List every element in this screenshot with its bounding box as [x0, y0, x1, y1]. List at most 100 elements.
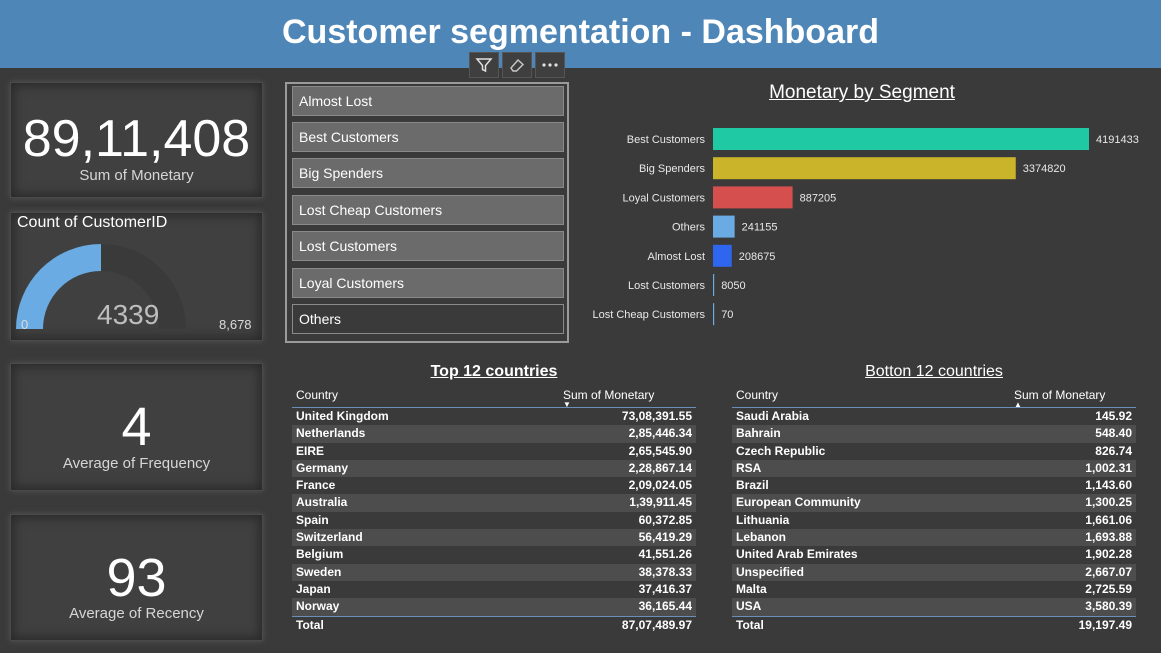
- table-total-row: Total 19,197.49: [732, 615, 1136, 634]
- bar[interactable]: [713, 303, 715, 326]
- data-label: 8050: [721, 280, 745, 292]
- column-header-monetary[interactable]: Sum of Monetary: [1014, 388, 1105, 402]
- slicer-item-lost-cheap-customers[interactable]: Lost Cheap Customers: [292, 195, 564, 225]
- gauge-fill: [16, 244, 101, 329]
- slicer-item-loyal-customers[interactable]: Loyal Customers: [292, 268, 564, 298]
- table-row[interactable]: Sweden 38,378.33: [292, 563, 696, 581]
- table-row[interactable]: Netherlands 2,85,446.34: [292, 425, 696, 443]
- cell-monetary: 38,378.33: [638, 564, 692, 579]
- table-row[interactable]: Brazil 1,143.60: [732, 477, 1136, 494]
- category-label: Almost Lost: [648, 251, 705, 263]
- cell-monetary: 2,28,867.14: [628, 460, 692, 475]
- cell-country: Czech Republic: [736, 443, 826, 458]
- bar[interactable]: [713, 157, 1016, 180]
- slicer-item-big-spenders[interactable]: Big Spenders: [292, 158, 564, 188]
- cell-monetary: 145.92: [1095, 409, 1132, 423]
- total-value: 19,197.49: [1078, 617, 1132, 632]
- cell-country: United Kingdom: [296, 409, 389, 423]
- table-row[interactable]: Belgium 41,551.26: [292, 546, 696, 563]
- kpi-card-recency: 93 Average of Recency: [10, 514, 263, 641]
- kpi-card-frequency: 4 Average of Frequency: [10, 363, 263, 491]
- cell-country: Malta: [736, 581, 767, 596]
- bar[interactable]: [713, 215, 735, 238]
- filter-icon: [475, 58, 493, 73]
- data-label: 70: [721, 309, 733, 321]
- cell-country: Bahrain: [736, 426, 781, 441]
- table-row[interactable]: United Kingdom 73,08,391.55: [292, 408, 696, 425]
- table-row[interactable]: Lebanon 1,693.88: [732, 529, 1136, 547]
- total-value: 87,07,489.97: [621, 617, 692, 632]
- slicer-item-others[interactable]: Others: [292, 304, 564, 334]
- cell-country: Saudi Arabia: [736, 409, 809, 423]
- table-row[interactable]: Bahrain 548.40: [732, 425, 1136, 443]
- gauge-value: 4339: [97, 299, 160, 330]
- cell-country: United Arab Emirates: [736, 547, 858, 562]
- cell-monetary: 2,667.07: [1085, 564, 1132, 579]
- cell-country: Spain: [296, 512, 329, 527]
- table-row[interactable]: Japan 37,416.37: [292, 581, 696, 598]
- slicer-item-best-customers[interactable]: Best Customers: [292, 122, 564, 152]
- more-options-icon: [542, 63, 558, 67]
- table-row[interactable]: Czech Republic 826.74: [732, 443, 1136, 460]
- table-row[interactable]: Malta 2,725.59: [732, 581, 1136, 598]
- table-row[interactable]: Germany 2,28,867.14: [292, 459, 696, 478]
- data-label: 208675: [739, 251, 776, 263]
- cell-country: Australia: [296, 495, 348, 510]
- category-label: Best Customers: [627, 134, 706, 146]
- table-row[interactable]: EIRE 2,65,545.90: [292, 443, 696, 460]
- segment-slicer: Almost Lost Best Customers Big Spenders …: [285, 82, 569, 343]
- column-header-country[interactable]: Country: [296, 388, 338, 402]
- table-row[interactable]: United Arab Emirates 1,902.28: [732, 546, 1136, 563]
- category-label: Lost Customers: [628, 280, 706, 292]
- table-row[interactable]: Saudi Arabia 145.92: [732, 408, 1136, 425]
- more-options-button[interactable]: [535, 52, 565, 78]
- table-row[interactable]: Australia 1,39,911.45: [292, 494, 696, 512]
- data-label: 887205: [800, 192, 837, 204]
- top-table-title: Top 12 countries: [430, 363, 558, 380]
- cell-country: Brazil: [736, 478, 769, 493]
- dashboard-title: Customer segmentation - Dashboard: [282, 13, 879, 51]
- cell-country: France: [296, 478, 336, 493]
- category-label: Big Spenders: [639, 163, 706, 175]
- cell-country: Japan: [296, 581, 331, 596]
- kpi-monetary-label: Sum of Monetary: [79, 167, 194, 184]
- cell-monetary: 73,08,391.55: [621, 409, 692, 423]
- table-row[interactable]: Norway 36,165.44: [292, 598, 696, 616]
- kpi-monetary-value: 89,11,408: [22, 110, 251, 168]
- bar[interactable]: [713, 274, 715, 296]
- column-header-country[interactable]: Country: [736, 388, 778, 402]
- gauge-min-label: 0: [21, 317, 29, 332]
- cell-country: USA: [736, 599, 762, 614]
- slicer-item-almost-lost[interactable]: Almost Lost: [292, 86, 564, 116]
- bar[interactable]: [713, 244, 732, 267]
- cell-monetary: 3,580.39: [1085, 599, 1132, 614]
- bar[interactable]: [713, 128, 1089, 150]
- table-body: United Kingdom 73,08,391.55 Netherlands 2,8…: [292, 408, 696, 616]
- table-row[interactable]: USA 3,580.39: [732, 598, 1136, 616]
- gauge-max-label: 8,678: [219, 317, 252, 332]
- table-row[interactable]: European Community 1,300.25: [732, 494, 1136, 512]
- cell-monetary: 1,693.88: [1085, 530, 1132, 545]
- table-row[interactable]: Lithuania 1,661.06: [732, 512, 1136, 529]
- data-label: 4191433: [1096, 134, 1139, 146]
- filter-button[interactable]: [469, 52, 499, 78]
- clear-selections-button[interactable]: [502, 52, 532, 78]
- cell-monetary: 1,902.28: [1085, 547, 1132, 562]
- cell-country: Sweden: [296, 564, 342, 579]
- table-row[interactable]: Switzerland 56,419.29: [292, 529, 696, 547]
- cell-monetary: 37,416.37: [638, 581, 692, 596]
- column-header-monetary[interactable]: Sum of Monetary: [563, 388, 654, 402]
- table-row[interactable]: RSA 1,002.31: [732, 459, 1136, 478]
- table-row[interactable]: France 2,09,024.05: [292, 477, 696, 494]
- table-row[interactable]: Spain 60,372.85: [292, 512, 696, 529]
- cell-country: European Community: [736, 495, 861, 510]
- cell-country: Belgium: [296, 547, 344, 562]
- slicer-item-lost-customers[interactable]: Lost Customers: [292, 231, 564, 261]
- table-row[interactable]: Unspecified 2,667.07: [732, 563, 1136, 581]
- table-header: Country Sum of Monetary ▲: [732, 384, 1136, 409]
- visual-toolbar: [469, 52, 565, 78]
- bottom-table-title: Botton 12 countries: [865, 363, 1003, 380]
- cell-monetary: 2,725.59: [1085, 581, 1132, 596]
- bar[interactable]: [713, 186, 793, 209]
- cell-monetary: 548.40: [1095, 426, 1132, 441]
